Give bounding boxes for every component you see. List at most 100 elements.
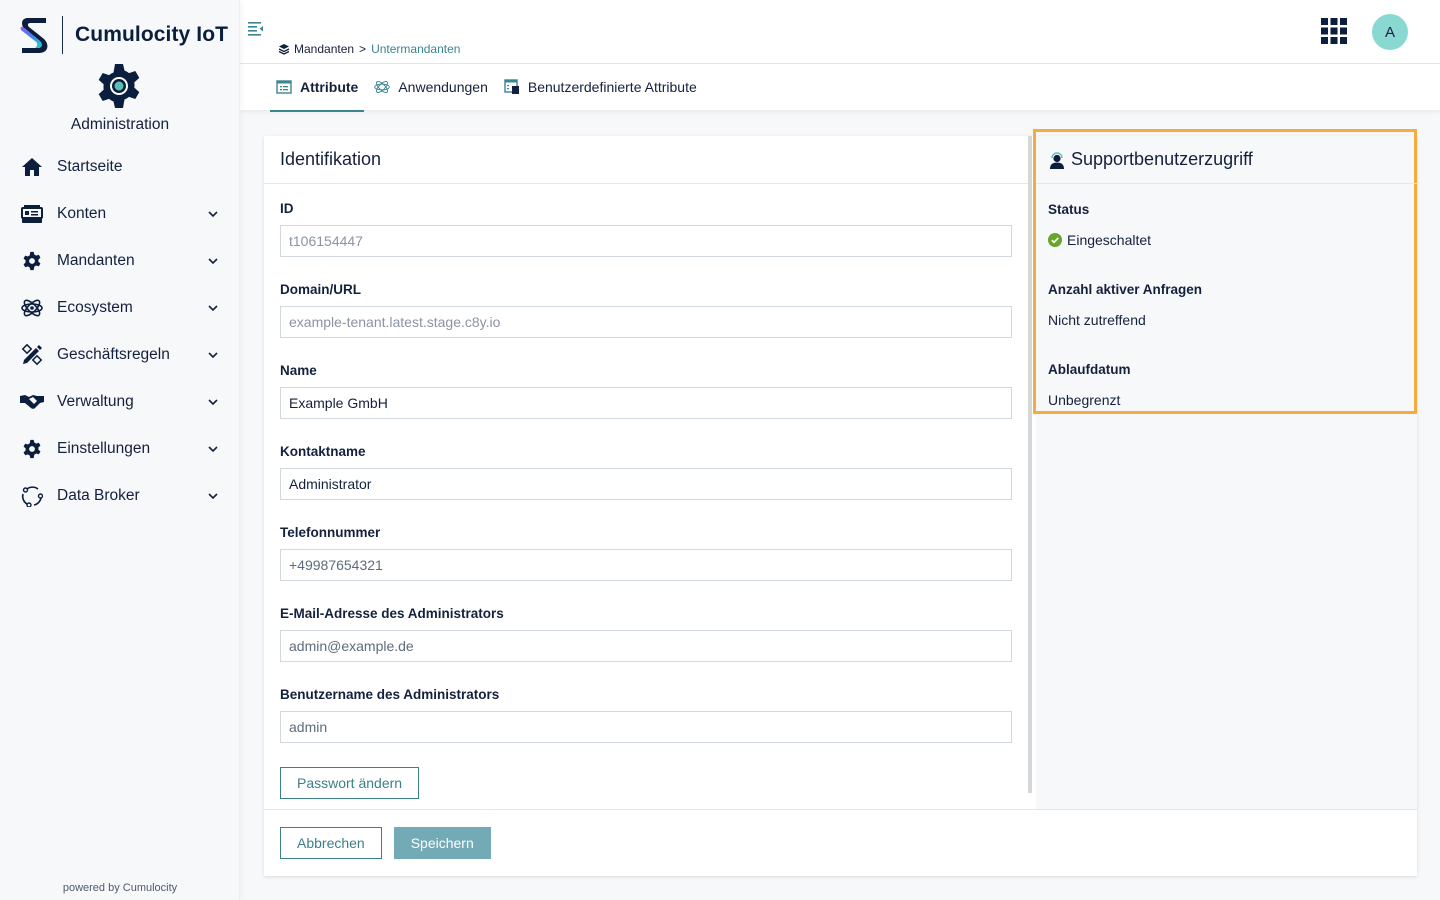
id-field-group: ID (280, 200, 1012, 257)
chevron-down-icon[interactable] (206, 348, 220, 362)
sidebar-nav: Startseite Konten Mandanten Ecosystem Ge… (0, 143, 240, 519)
atom-icon (20, 297, 44, 319)
sidebar-item-label: Startseite (57, 157, 123, 175)
brand-divider (62, 16, 63, 54)
identification-section: Identifikation ID Domain/URL Name Kontak… (264, 136, 1028, 809)
tab-label: Benutzerdefinierte Attribute (527, 79, 697, 95)
phone-field-group: Telefonnummer (280, 524, 1012, 581)
sidebar-toggle-icon[interactable] (248, 22, 264, 36)
sidebar-item-label: Geschäftsregeln (57, 345, 170, 363)
sidebar-item-label: Einstellungen (57, 439, 151, 457)
tab-benutzerdefinierte-attribute[interactable]: Benutzerdefinierte Attribute (498, 64, 703, 110)
chevron-down-icon[interactable] (206, 489, 220, 503)
domain-input[interactable] (280, 306, 1012, 338)
admin-email-input[interactable] (280, 630, 1012, 662)
custom-properties-icon (504, 79, 519, 94)
gear-icon (20, 250, 44, 272)
sidebar-item-startseite[interactable]: Startseite (0, 143, 240, 190)
brand[interactable]: Cumulocity IoT (18, 14, 228, 56)
breadcrumb: Mandanten > Untermandanten (278, 42, 460, 56)
layers-icon (278, 44, 290, 55)
check-circle-icon (1048, 233, 1062, 247)
form-footer: Abbrechen Speichern (264, 809, 1417, 876)
breadcrumb-current[interactable]: Untermandanten (371, 42, 460, 56)
tab-attribute[interactable]: Attribute (270, 64, 365, 112)
breadcrumb-separator: > (359, 42, 367, 56)
sidebar-item-ecosystem[interactable]: Ecosystem (0, 284, 240, 331)
admin-email-field-group: E-Mail-Adresse des Administrators (280, 605, 1012, 662)
admin-username-field-group: Benutzername des Administrators (280, 686, 1012, 743)
sidebar-item-label: Data Broker (57, 486, 140, 504)
tab-label: Attribute (300, 79, 359, 95)
chevron-down-icon[interactable] (206, 395, 220, 409)
app-switcher-icon[interactable] (1321, 18, 1347, 44)
save-button[interactable]: Speichern (393, 827, 491, 859)
contact-name-label: Kontaktname (280, 444, 366, 459)
active-requests-value: Nicht zutreffend (1048, 312, 1146, 328)
domain-field-group: Domain/URL (280, 281, 1012, 338)
id-input[interactable] (280, 225, 1012, 257)
identification-form: ID Domain/URL Name Kontaktname Telefonnu… (264, 184, 1028, 799)
identification-title: Identifikation (264, 136, 1028, 184)
active-requests-label: Anzahl aktiver Anfragen (1048, 282, 1203, 297)
tab-anwendungen[interactable]: Anwendungen (368, 64, 494, 110)
admin-username-input[interactable] (280, 711, 1012, 743)
domain-label: Domain/URL (280, 282, 361, 297)
data-broker-icon (20, 485, 44, 507)
status-value: Eingeschaltet (1048, 232, 1151, 248)
support-user-icon (1050, 151, 1064, 169)
support-access-section: Supportbenutzerzugriff Status Eingeschal… (1033, 129, 1417, 809)
sidebar-item-konten[interactable]: Konten (0, 190, 240, 237)
list-icon (276, 80, 292, 94)
cumulocity-logo-icon (20, 18, 48, 53)
phone-input[interactable] (280, 549, 1012, 581)
phone-label: Telefonnummer (280, 525, 381, 540)
name-field-group: Name (280, 362, 1012, 419)
name-input[interactable] (280, 387, 1012, 419)
tab-label: Anwendungen (398, 79, 488, 95)
support-title: Supportbenutzerzugriff (1036, 136, 1417, 184)
header: Mandanten > Untermandanten A (240, 0, 1440, 64)
id-label: ID (280, 201, 294, 216)
sidebar-item-data-broker[interactable]: Data Broker (0, 472, 240, 519)
sidebar-item-einstellungen[interactable]: Einstellungen (0, 425, 240, 472)
chevron-down-icon[interactable] (206, 301, 220, 315)
sidebar: Cumulocity IoT Administration Startseite… (0, 0, 240, 900)
change-password-button[interactable]: Passwort ändern (280, 767, 420, 799)
gear-icon (20, 438, 44, 460)
app-name: Administration (70, 116, 170, 133)
sidebar-item-label: Ecosystem (57, 298, 133, 316)
admin-email-label: E-Mail-Adresse des Administrators (280, 606, 504, 621)
administration-gear-icon (98, 64, 140, 108)
sidebar-item-label: Konten (57, 204, 107, 222)
support-title-text: Supportbenutzerzugriff (1071, 149, 1253, 169)
sidebar-item-mandanten[interactable]: Mandanten (0, 237, 240, 284)
expiry-value: Unbegrenzt (1048, 392, 1121, 408)
tab-bar: Attribute Anwendungen Benutzerdefinierte… (240, 64, 1440, 112)
sidebar-item-label: Mandanten (57, 251, 135, 269)
accounts-icon (20, 203, 44, 225)
chevron-down-icon[interactable] (206, 207, 220, 221)
brand-name: Cumulocity IoT (75, 23, 229, 46)
user-avatar[interactable]: A (1372, 14, 1408, 50)
cancel-button[interactable]: Abbrechen (280, 827, 382, 859)
atom-icon (374, 80, 391, 94)
expiry-label: Ablaufdatum (1048, 362, 1131, 377)
powered-by: powered by Cumulocity (62, 882, 178, 894)
tenant-details-card: Identifikation ID Domain/URL Name Kontak… (264, 129, 1417, 876)
status-label: Status (1048, 202, 1090, 217)
sidebar-item-label: Verwaltung (57, 392, 134, 410)
admin-username-label: Benutzername des Administrators (280, 687, 500, 702)
sidebar-item-verwaltung[interactable]: Verwaltung (0, 378, 240, 425)
chevron-down-icon[interactable] (206, 254, 220, 268)
sidebar-item-geschaeftsregeln[interactable]: Geschäftsregeln (0, 331, 240, 378)
handshake-icon (20, 391, 44, 413)
form-scrollbar[interactable] (1028, 136, 1032, 793)
contact-name-field-group: Kontaktname (280, 443, 1012, 500)
home-icon (20, 156, 44, 178)
contact-name-input[interactable] (280, 468, 1012, 500)
chevron-down-icon[interactable] (206, 442, 220, 456)
rules-icon (20, 343, 44, 366)
breadcrumb-root[interactable]: Mandanten (294, 42, 354, 56)
status-value-text: Eingeschaltet (1067, 232, 1152, 248)
